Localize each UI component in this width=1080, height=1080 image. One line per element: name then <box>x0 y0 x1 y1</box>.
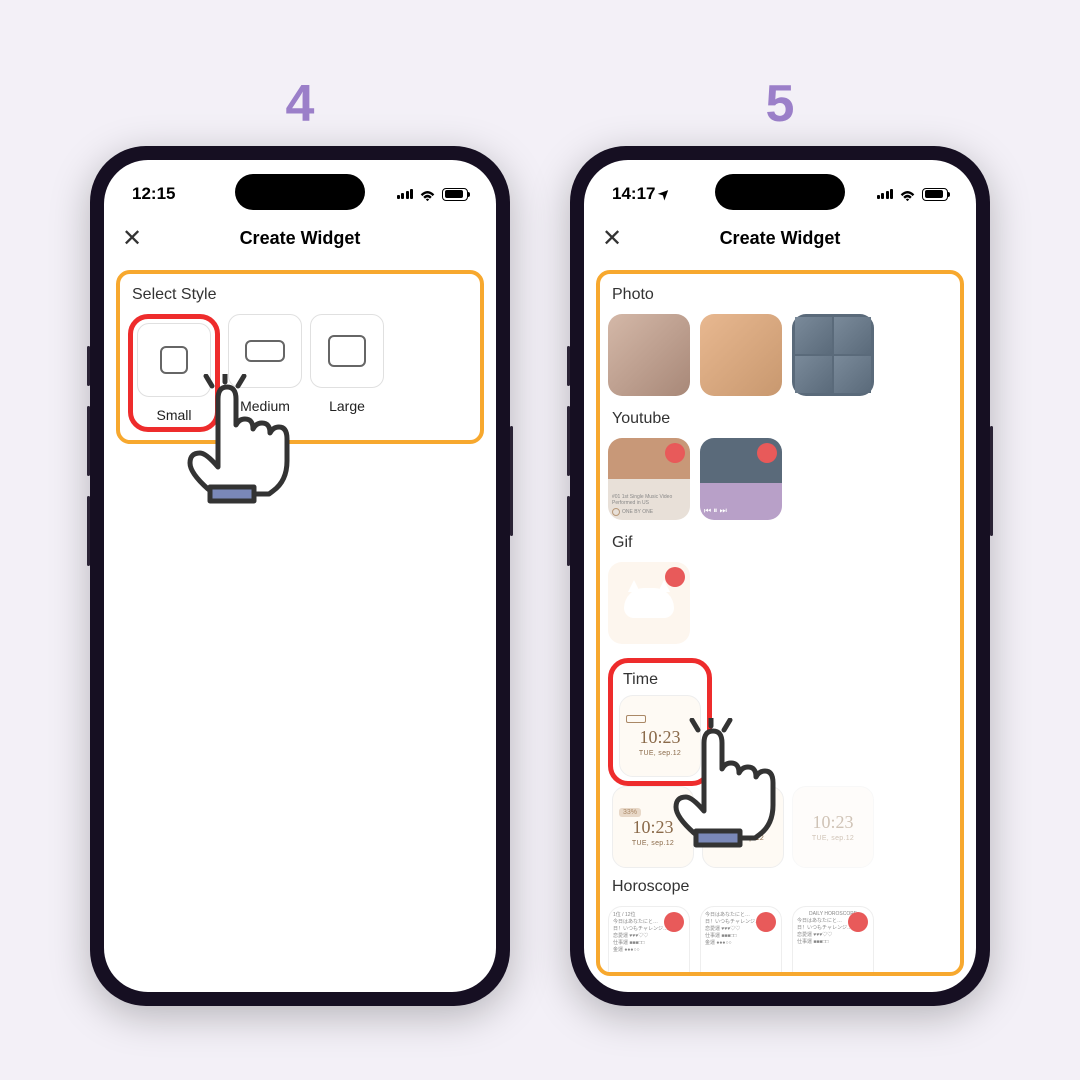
header-title: Create Widget <box>240 228 361 249</box>
battery-small-icon <box>626 715 646 723</box>
section-horoscope: Horoscope <box>612 878 952 896</box>
style-options-row: Small Medium Large <box>128 314 472 432</box>
stat-row: 恋愛運 ♥♥♥♡♡ <box>613 932 685 939</box>
battery-icon <box>922 188 948 201</box>
small-style-highlight: Small <box>128 314 220 432</box>
time-widget-1[interactable]: 10:23 TUE, sep.12 <box>619 695 701 777</box>
date-value: TUE, sep.12 <box>722 835 764 842</box>
select-style-highlight: Select Style Small Medium <box>116 270 484 444</box>
cellular-icon <box>877 189 894 199</box>
status-time: 12:15 <box>132 184 175 204</box>
phone-screen-right: 14:17 ➤ ✕ Create Widget Photo <box>584 160 976 992</box>
time-section-highlight: Time 10:23 TUE, sep.12 <box>608 658 712 786</box>
wifi-icon <box>899 188 916 201</box>
step-number-5: 5 <box>766 74 795 134</box>
badge-icon <box>756 912 776 932</box>
close-button[interactable]: ✕ <box>602 224 622 253</box>
cat-icon <box>624 588 674 618</box>
phone-frame-left: 12:15 ✕ Create Widget Select Style <box>90 146 510 1006</box>
wifi-icon <box>419 188 436 201</box>
content-area: Photo Youtube #01 1st Single Music Video… <box>584 262 976 984</box>
style-label-large: Large <box>329 398 365 414</box>
time-value: 10:23 <box>639 727 680 748</box>
screen-header: ✕ Create Widget <box>104 214 496 262</box>
badge-icon <box>757 443 777 463</box>
youtube-caption: Performed in US <box>612 500 686 506</box>
close-button[interactable]: ✕ <box>122 224 142 253</box>
phone-frame-right: 14:17 ➤ ✕ Create Widget Photo <box>570 146 990 1006</box>
style-option-medium[interactable]: Medium <box>228 314 302 432</box>
large-preview-icon <box>328 335 366 367</box>
dynamic-island <box>715 174 845 210</box>
horoscope-widget-2[interactable]: 今日はあなたにと… 日！いつもチャレンジ… 恋愛運 ♥♥♥♡♡ 仕事運 ■■■□… <box>700 906 782 976</box>
status-icons <box>397 188 469 201</box>
battery-icon <box>442 188 468 201</box>
photo-widget-3[interactable] <box>792 314 874 396</box>
date-value: TUE, sep.12 <box>639 750 681 757</box>
section-title-select-style: Select Style <box>132 286 472 304</box>
phone-screen-left: 12:15 ✕ Create Widget Select Style <box>104 160 496 992</box>
stat-row: 仕事運 ■■■□□ <box>705 932 777 939</box>
time-value: 10:23 <box>812 812 853 833</box>
dynamic-island <box>235 174 365 210</box>
style-label-medium: Medium <box>240 398 290 414</box>
youtube-widget-1[interactable]: #01 1st Single Music Video Performed in … <box>608 438 690 520</box>
small-preview-icon <box>160 346 188 374</box>
stat-row: 仕事運 ■■■□□ <box>797 938 869 945</box>
stat-row: 仕事運 ■■■□□ <box>613 939 685 946</box>
section-gif: Gif <box>612 534 952 552</box>
time-widget-3[interactable]: 10:23 TUE, sep.12 <box>702 786 784 868</box>
badge-icon <box>665 443 685 463</box>
medium-preview-icon <box>245 340 285 362</box>
status-icons <box>877 188 949 201</box>
style-option-large[interactable]: Large <box>310 314 384 432</box>
badge-icon <box>664 912 684 932</box>
badge-icon <box>848 912 868 932</box>
style-option-small[interactable]: Small <box>137 323 211 423</box>
photo-widget-1[interactable] <box>608 314 690 396</box>
stat-row: 金運 ●●●○○ <box>705 939 777 946</box>
badge-icon <box>665 567 685 587</box>
step-4-container: 4 12:15 ✕ Create Widget Select Style <box>90 74 510 1006</box>
time-value: 10:23 <box>722 812 763 833</box>
time-widget-4[interactable]: 10:23 TUE, sep.12 <box>792 786 874 868</box>
header-title: Create Widget <box>720 228 841 249</box>
stat-row: 恋愛運 ♥♥♥♡♡ <box>797 931 869 938</box>
youtube-widget-2[interactable]: ⏮ ⏸ ⏭ <box>700 438 782 520</box>
screen-header: ✕ Create Widget <box>584 214 976 262</box>
time-widget-2[interactable]: 33% 10:23 TUE, sep.12 <box>612 786 694 868</box>
section-photo: Photo <box>612 286 952 304</box>
gif-widget-1[interactable] <box>608 562 690 644</box>
status-time: 14:17 <box>612 184 655 204</box>
cellular-icon <box>397 189 414 199</box>
youtube-source: ONE BY ONE <box>622 509 653 515</box>
stat-row: 金運 ●●●○○ <box>613 946 685 953</box>
widget-list-highlight: Photo Youtube #01 1st Single Music Video… <box>596 270 964 976</box>
date-value: TUE, sep.12 <box>632 840 674 847</box>
time-value: 10:23 <box>632 817 673 838</box>
date-value: TUE, sep.12 <box>812 835 854 842</box>
content-area: Select Style Small Medium <box>104 262 496 984</box>
section-youtube: Youtube <box>612 410 952 428</box>
section-time: Time <box>623 671 701 689</box>
media-controls-icon: ⏮ ⏸ ⏭ <box>704 506 778 516</box>
horoscope-widget-3[interactable]: DAILY HOROSCOPE 今日はあなたにと… 日！いつもチャレンジ… 恋愛… <box>792 906 874 976</box>
location-icon: ➤ <box>655 184 674 203</box>
photo-widget-2[interactable] <box>700 314 782 396</box>
horoscope-widget-1[interactable]: 1位 / 12位 今日はあなたにと… 日！いつもチャレンジ… 恋愛運 ♥♥♥♡♡… <box>608 906 690 976</box>
battery-percent: 33% <box>619 808 641 817</box>
style-label-small: Small <box>156 407 191 423</box>
step-5-container: 5 14:17 ➤ ✕ Create Widget <box>570 74 990 1006</box>
step-number-4: 4 <box>286 74 315 134</box>
